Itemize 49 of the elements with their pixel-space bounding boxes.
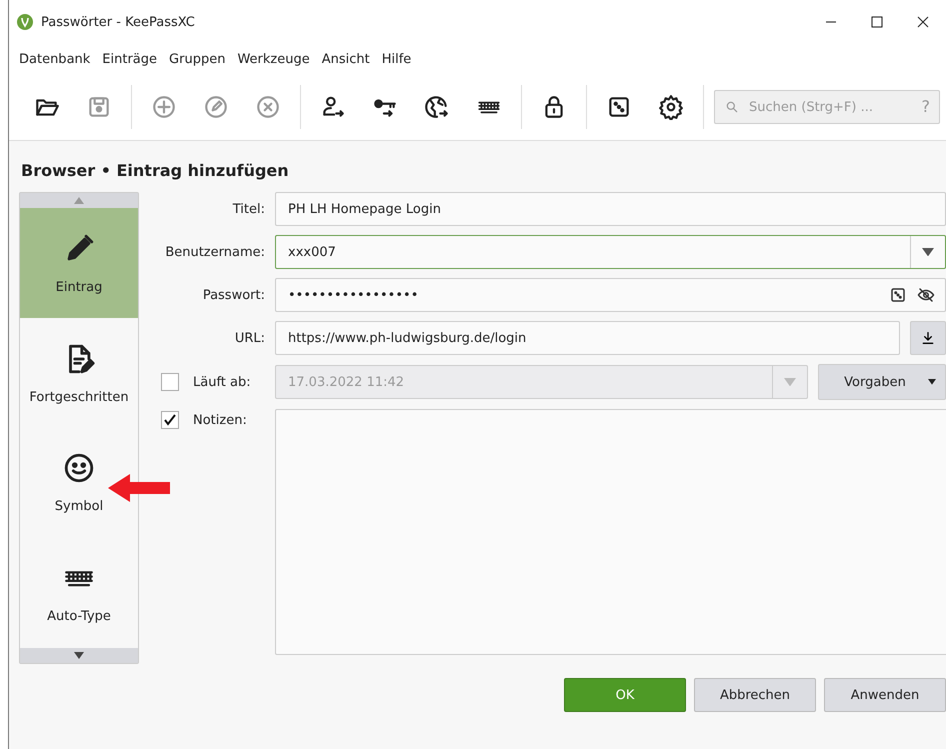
up-arrow-icon xyxy=(74,197,84,204)
window-title: Passwörter - KeePassXC xyxy=(41,14,196,30)
dialog-button[interactable]: Anwenden xyxy=(824,678,946,712)
password-field[interactable]: ••••••••••••••••• xyxy=(275,278,946,312)
menu-item[interactable]: Gruppen xyxy=(165,50,230,68)
field-label: Titel: xyxy=(232,202,265,216)
app-logo-icon xyxy=(17,14,33,30)
category-item[interactable]: Auto-Type xyxy=(20,538,138,648)
dropdown-arrow-icon xyxy=(922,248,934,256)
menu-item[interactable]: Hilfe xyxy=(378,50,416,68)
menu-item[interactable]: Werkzeuge xyxy=(233,50,314,68)
download-button[interactable] xyxy=(910,321,946,355)
delete-icon xyxy=(255,94,281,120)
checkbox-label: Notizen: xyxy=(193,412,247,428)
dropdown-arrow-icon xyxy=(928,379,936,385)
field-label: Benutzername: xyxy=(164,244,265,260)
ok-button[interactable]: OK xyxy=(564,678,686,712)
add-icon xyxy=(151,94,177,120)
category-item[interactable]: Eintrag xyxy=(20,208,138,318)
field-label: Passwort: xyxy=(202,288,265,302)
username-field[interactable]: xxx007 xyxy=(275,235,946,269)
checkbox[interactable] xyxy=(161,411,179,429)
menu-item[interactable]: Datenbank xyxy=(15,50,94,68)
checkbox[interactable] xyxy=(161,373,179,391)
scroll-up-button[interactable] xyxy=(20,193,138,208)
dialog-button[interactable]: Abbrechen xyxy=(694,678,816,712)
gear-icon xyxy=(658,94,684,120)
down-arrow-icon xyxy=(74,652,84,659)
annotation-arrow xyxy=(108,474,170,502)
url-field[interactable]: https://www.ph-ludwigsburg.de/login xyxy=(275,321,900,355)
dropdown-arrow-icon xyxy=(784,378,796,386)
menu-item[interactable]: Einträge xyxy=(98,50,162,68)
category-item[interactable]: Fortgeschritten xyxy=(20,318,138,428)
title-field[interactable]: PH LH Homepage Login xyxy=(275,192,946,226)
globe-arrow-icon xyxy=(424,94,450,120)
dice-icon xyxy=(889,286,907,304)
menu-item[interactable]: Ansicht xyxy=(318,50,374,68)
scroll-down-button[interactable] xyxy=(20,648,138,663)
presets-button[interactable]: Vorgaben xyxy=(818,364,946,400)
checkbox-label: Läuft ab: xyxy=(193,374,251,390)
download-icon xyxy=(920,330,936,346)
check-mark-icon xyxy=(164,414,176,426)
edit-icon xyxy=(203,94,229,120)
hidden-eye-icon xyxy=(917,286,935,304)
page-title: Browser • Eintrag hinzufügen xyxy=(20,160,290,182)
search-icon xyxy=(725,100,739,114)
category-item[interactable]: Symbol xyxy=(20,428,138,538)
notes-field[interactable] xyxy=(275,409,946,655)
field-label: URL: xyxy=(234,330,265,346)
